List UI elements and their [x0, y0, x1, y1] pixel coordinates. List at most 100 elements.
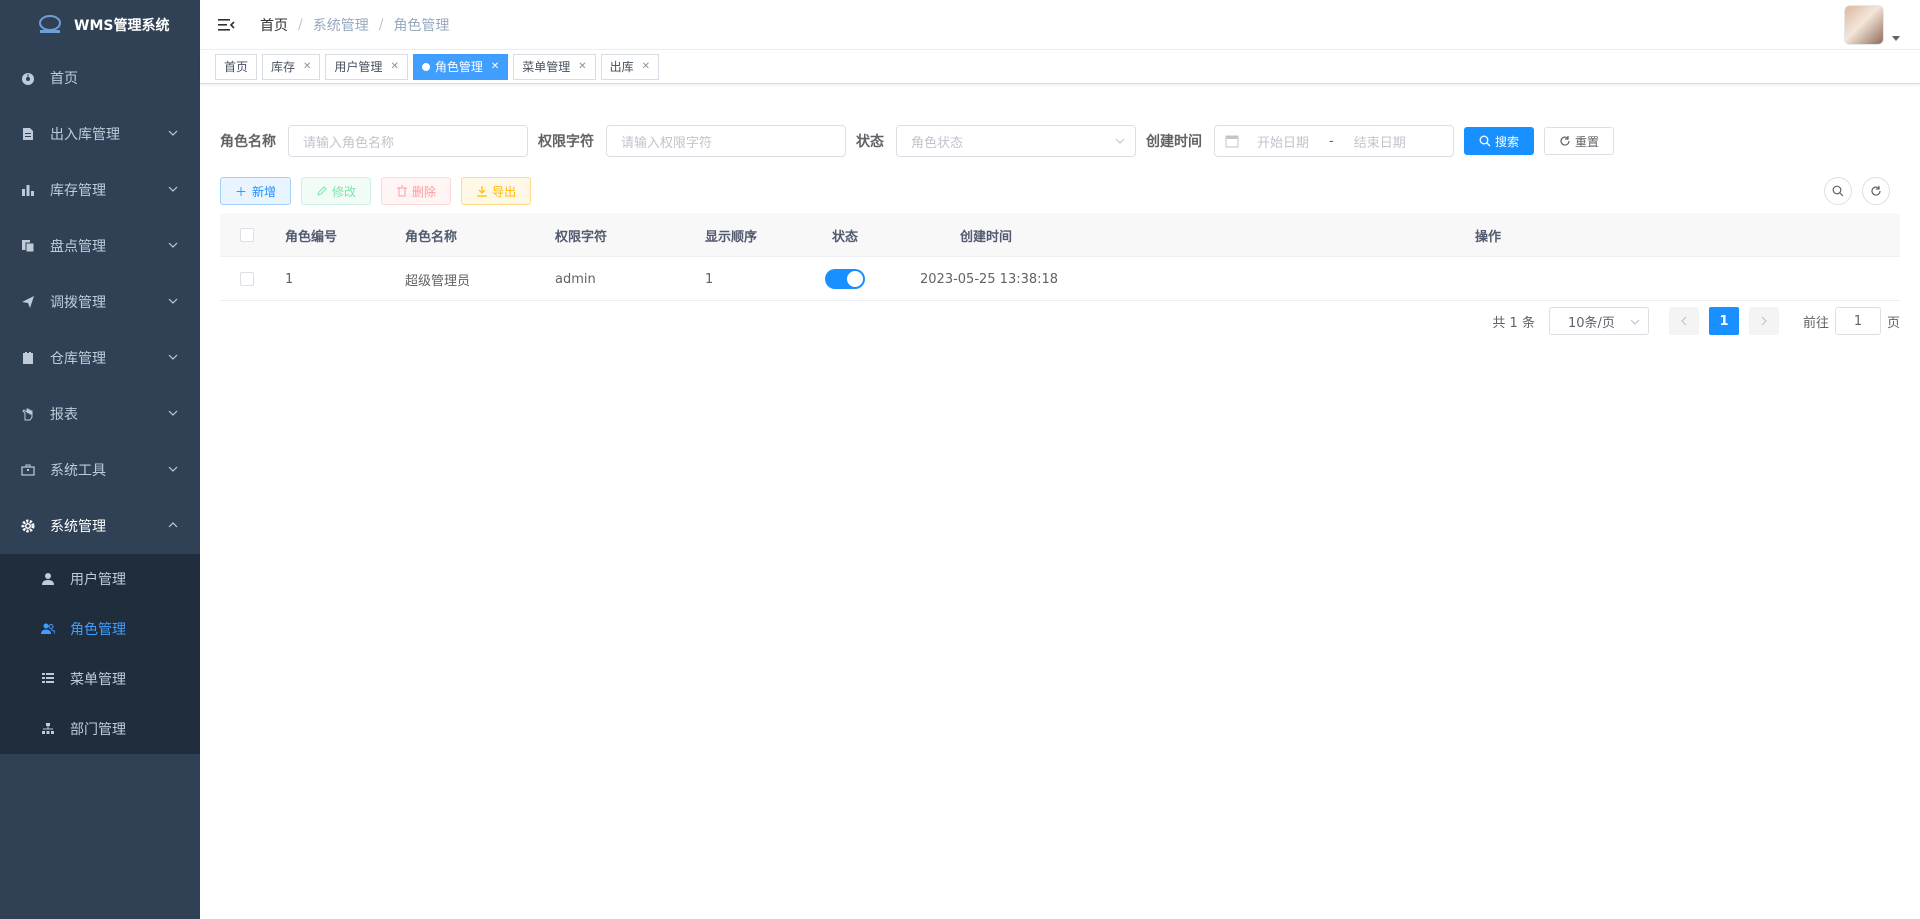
- submenu-system-management: 用户管理 角色管理 菜单管理 部门管理: [0, 554, 200, 754]
- search-icon: [1479, 135, 1491, 147]
- status-placeholder: 角色状态: [911, 135, 964, 151]
- reset-button[interactable]: 重置: [1544, 127, 1615, 155]
- sidebar-item-users[interactable]: 用户管理: [0, 554, 200, 604]
- page-size-select[interactable]: 10条/页: [1548, 307, 1649, 335]
- goto-input[interactable]: 1: [1834, 307, 1881, 335]
- main-content: 角色名称 请输入角色名称 权限字符 请输入权限字符 状态 角色状态 创建时间 开…: [200, 85, 1920, 321]
- chevron-down-icon: [168, 410, 178, 416]
- status-select[interactable]: 角色状态: [896, 125, 1136, 157]
- chevron-down-icon: [168, 354, 178, 360]
- prev-page-button[interactable]: [1668, 307, 1699, 335]
- status-switch[interactable]: [825, 269, 865, 289]
- edit-button-label: 修改: [332, 184, 357, 199]
- sidebar-item-system-management[interactable]: 系统管理: [0, 498, 200, 554]
- row-checkbox[interactable]: [240, 257, 254, 301]
- end-date-placeholder[interactable]: 结束日期: [1354, 132, 1406, 151]
- breadcrumb-separator: /: [378, 16, 384, 33]
- tag-menus[interactable]: 菜单管理 ✕: [513, 53, 596, 80]
- document-icon: [20, 126, 36, 142]
- start-date-placeholder[interactable]: 开始日期: [1257, 132, 1309, 151]
- breadcrumb-home[interactable]: 首页: [260, 15, 288, 35]
- breadcrumb-separator: /: [298, 16, 303, 33]
- tag-users[interactable]: 用户管理 ✕: [325, 53, 408, 80]
- status-label: 状态: [856, 134, 884, 150]
- delete-button[interactable]: 删除: [381, 177, 452, 205]
- calendar-icon: [1225, 135, 1239, 148]
- select-all-checkbox[interactable]: [240, 213, 254, 257]
- close-icon[interactable]: ✕: [578, 55, 586, 79]
- tag-outbound[interactable]: 出库 ✕: [600, 53, 660, 80]
- chevron-down-icon: [168, 466, 178, 472]
- gear-icon: [20, 518, 36, 534]
- perm-label: 权限字符: [538, 134, 594, 150]
- next-page-button[interactable]: [1748, 307, 1779, 335]
- page-number[interactable]: 1: [1708, 307, 1739, 335]
- goto-label: 前往: [1802, 315, 1829, 331]
- close-icon[interactable]: ✕: [642, 55, 650, 79]
- role-name-label: 角色名称: [220, 134, 276, 150]
- refresh-icon: [1560, 136, 1570, 146]
- reset-button-label: 重置: [1575, 134, 1600, 149]
- close-icon[interactable]: ✕: [491, 55, 499, 79]
- add-button[interactable]: ＋ 新增: [220, 177, 292, 205]
- goto-suffix: 页: [1886, 315, 1900, 331]
- sidebar-item-label: 部门管理: [70, 722, 126, 738]
- navbar: 首页 / 系统管理 / 角色管理: [200, 0, 1920, 50]
- export-button[interactable]: 导出: [461, 177, 532, 205]
- tree-table-icon: [40, 671, 56, 687]
- chevron-down-icon: [168, 242, 178, 248]
- sidebar-item-label: 调拨管理: [50, 295, 106, 311]
- clipboard-icon: [20, 350, 36, 366]
- perm-input[interactable]: 请输入权限字符: [606, 125, 846, 157]
- sidebar-item-home[interactable]: 首页: [0, 50, 200, 106]
- hamburger-icon[interactable]: [216, 15, 236, 35]
- refresh-icon: [1871, 186, 1881, 196]
- goto-page: 前往 1 页: [1803, 307, 1900, 335]
- sidebar-item-roles[interactable]: 角色管理: [0, 604, 200, 654]
- user-menu[interactable]: [1844, 5, 1900, 45]
- tag-stock[interactable]: 库存 ✕: [262, 53, 321, 80]
- export-button-label: 导出: [492, 184, 517, 199]
- sidebar-item-inventory-check[interactable]: 盘点管理: [0, 218, 200, 274]
- column-header: 显示顺序: [705, 229, 758, 245]
- app-title: WMS管理系统: [74, 18, 170, 34]
- toggle-search-button[interactable]: [1824, 177, 1852, 205]
- copy-icon: [20, 238, 36, 254]
- edit-icon: [317, 186, 327, 196]
- close-icon[interactable]: ✕: [303, 55, 311, 79]
- active-dot-icon: [421, 62, 430, 71]
- sidebar-item-stock[interactable]: 库存管理: [0, 162, 200, 218]
- send-icon: [20, 294, 36, 310]
- edit-button[interactable]: 修改: [301, 177, 372, 205]
- hand-icon: [20, 406, 36, 422]
- column-header: 权限字符: [555, 229, 608, 245]
- sidebar-item-label: 系统管理: [50, 519, 106, 535]
- toolbar: ＋ 新增 修改 删除 导出: [220, 177, 1900, 205]
- avatar[interactable]: [1844, 5, 1884, 45]
- close-icon[interactable]: ✕: [390, 55, 398, 79]
- breadcrumb-current: 角色管理: [393, 17, 450, 34]
- refresh-button[interactable]: [1862, 177, 1890, 205]
- sidebar-item-menus[interactable]: 菜单管理: [0, 654, 200, 704]
- role-name-placeholder: 请输入角色名称: [303, 135, 395, 151]
- tag-roles[interactable]: 角色管理 ✕: [412, 53, 509, 80]
- sidebar-item-departments[interactable]: 部门管理: [0, 704, 200, 754]
- tags-view: 首页 库存 ✕ 用户管理 ✕ 角色管理 ✕ 菜单管理 ✕ 出库 ✕: [200, 50, 1920, 84]
- sidebar-item-label: 出入库管理: [50, 127, 120, 143]
- breadcrumb: 首页 / 系统管理 / 角色管理: [260, 15, 449, 35]
- dashboard-icon: [20, 70, 36, 86]
- sidebar-item-label: 角色管理: [70, 622, 126, 638]
- sidebar-item-inout[interactable]: 出入库管理: [0, 106, 200, 162]
- sidebar-item-warehouse[interactable]: 仓库管理: [0, 330, 200, 386]
- tag-label: 角色管理: [434, 59, 483, 74]
- sidebar-item-transfer[interactable]: 调拨管理: [0, 274, 200, 330]
- sidebar-item-reports[interactable]: 报表: [0, 386, 200, 442]
- peoples-icon: [40, 621, 56, 637]
- role-name-input[interactable]: 请输入角色名称: [288, 125, 528, 157]
- logo[interactable]: WMS管理系统: [0, 0, 200, 50]
- tag-home[interactable]: 首页: [215, 53, 258, 80]
- chevron-down-icon: [168, 298, 178, 304]
- sidebar-item-system-tools[interactable]: 系统工具: [0, 442, 200, 498]
- search-button[interactable]: 搜索: [1464, 127, 1535, 155]
- date-range-picker[interactable]: 开始日期 - 结束日期: [1214, 125, 1454, 157]
